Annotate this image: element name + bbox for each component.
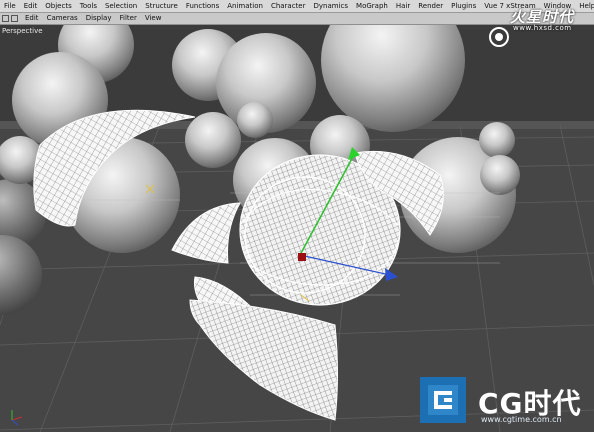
- viewport-menu-edit[interactable]: Edit: [21, 13, 43, 24]
- menu-file[interactable]: File: [0, 0, 20, 12]
- menu-plugins[interactable]: Plugins: [447, 0, 480, 12]
- viewport-menu-filter[interactable]: Filter: [116, 13, 141, 24]
- viewport-menu-cameras[interactable]: Cameras: [43, 13, 82, 24]
- menu-hair[interactable]: Hair: [392, 0, 414, 12]
- menu-animation[interactable]: Animation: [223, 0, 267, 12]
- watermark-bottom: CG时代 www.cgtime.com.cn: [418, 374, 594, 432]
- viewport-menu-view[interactable]: View: [141, 13, 166, 24]
- perspective-viewport[interactable]: [0, 25, 594, 432]
- menu-functions[interactable]: Functions: [182, 0, 223, 12]
- menu-objects[interactable]: Objects: [41, 0, 75, 12]
- viewport-menu-display[interactable]: Display: [82, 13, 116, 24]
- menu-selection[interactable]: Selection: [101, 0, 141, 12]
- viewport-label: Perspective: [2, 27, 43, 35]
- watermark-bottom-url: www.cgtime.com.cn: [481, 415, 562, 424]
- menu-mograph[interactable]: MoGraph: [352, 0, 392, 12]
- menu-dynamics[interactable]: Dynamics: [310, 0, 353, 12]
- menu-tools[interactable]: Tools: [76, 0, 101, 12]
- menu-render[interactable]: Render: [414, 0, 447, 12]
- menu-character[interactable]: Character: [267, 0, 310, 12]
- viewport-layout-icons[interactable]: [0, 15, 21, 22]
- watermark-top-url: www.hxsd.com: [513, 24, 572, 32]
- cinema4d-window: File Edit Objects Tools Selection Struct…: [0, 0, 594, 432]
- menu-structure[interactable]: Structure: [141, 0, 182, 12]
- watermark-top: 火星时代 www.hxsd.com: [486, 4, 592, 34]
- menu-edit[interactable]: Edit: [20, 0, 42, 12]
